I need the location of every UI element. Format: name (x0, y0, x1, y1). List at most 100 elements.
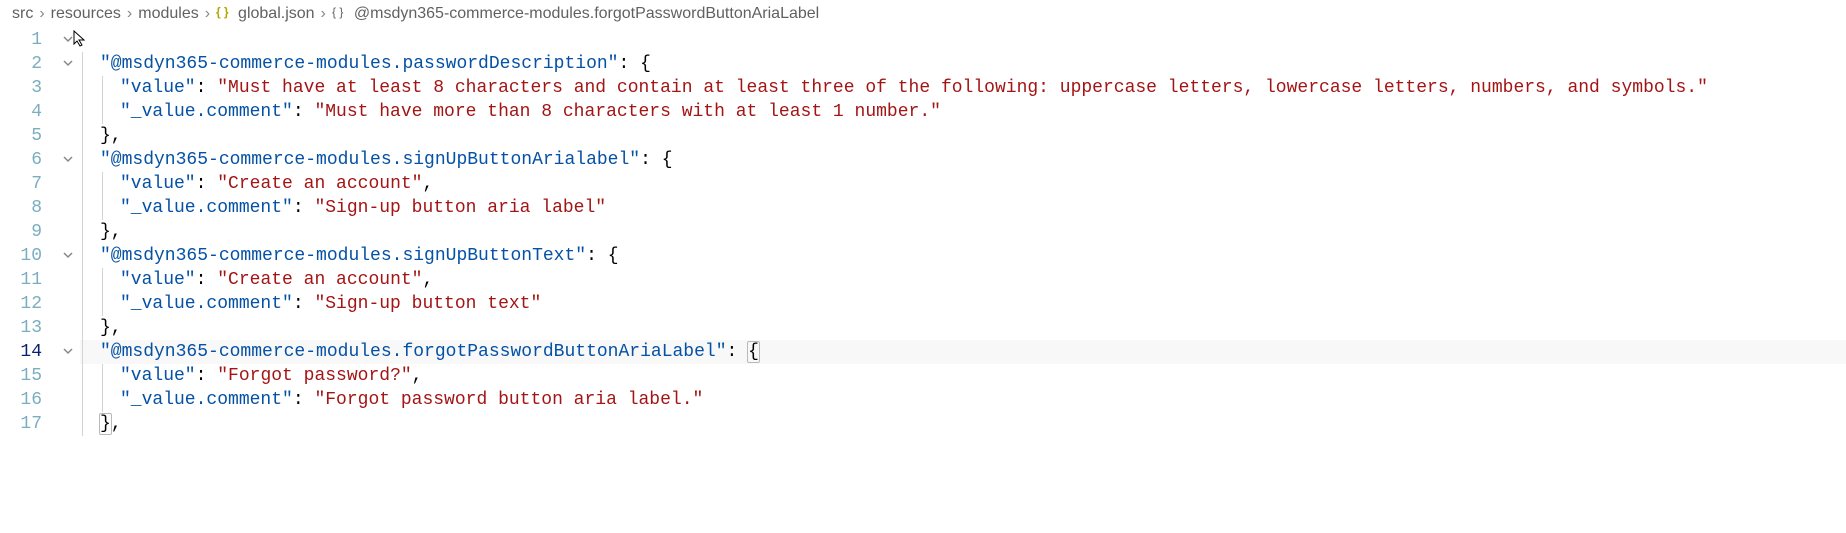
json-punct: : { (618, 54, 650, 74)
json-punct: }, (100, 318, 122, 338)
code-line[interactable]: }, (80, 220, 1846, 244)
line-number[interactable]: 11 (0, 268, 42, 292)
code-line[interactable] (80, 28, 1846, 52)
fold-chevron-icon[interactable] (62, 342, 74, 366)
json-punct: : (293, 198, 315, 218)
json-key: "@msdyn365-commerce-modules.signUpButton… (100, 246, 586, 266)
code-line[interactable]: "_value.comment": "Sign-up button text" (80, 292, 1846, 316)
line-number[interactable]: 1 (0, 28, 42, 52)
fold-column[interactable] (60, 28, 76, 436)
indent-guide (82, 388, 83, 412)
line-number[interactable]: 12 (0, 292, 42, 316)
json-punct: , (412, 366, 423, 386)
json-punct: : (196, 78, 218, 98)
json-key: "_value.comment" (120, 294, 293, 314)
json-key: "value" (120, 174, 196, 194)
indent-guide (102, 100, 103, 124)
line-number[interactable]: 2 (0, 52, 42, 76)
line-number[interactable]: 5 (0, 124, 42, 148)
json-key: "_value.comment" (120, 390, 293, 410)
json-key: "_value.comment" (120, 102, 293, 122)
mouse-cursor-icon (72, 30, 88, 51)
code-line[interactable]: "@msdyn365-commerce-modules.signUpButton… (80, 148, 1846, 172)
json-punct: }, (100, 126, 122, 146)
line-number[interactable]: 8 (0, 196, 42, 220)
indent-guide (82, 244, 83, 268)
json-key: "@msdyn365-commerce-modules.forgotPasswo… (100, 342, 727, 362)
json-string: "Must have more than 8 characters with a… (314, 102, 941, 122)
code-line[interactable]: }, (80, 412, 1846, 436)
line-number[interactable]: 16 (0, 388, 42, 412)
line-number[interactable]: 10 (0, 244, 42, 268)
svg-text:{ }: { } (216, 5, 229, 19)
json-key: "value" (120, 366, 196, 386)
code-line[interactable]: "value": "Create an account", (80, 172, 1846, 196)
code-line[interactable]: "@msdyn365-commerce-modules.passwordDesc… (80, 52, 1846, 76)
line-number[interactable]: 7 (0, 172, 42, 196)
code-line[interactable]: "_value.comment": "Sign-up button aria l… (80, 196, 1846, 220)
breadcrumb: src › resources › modules › { } global.j… (0, 0, 1846, 28)
code-line[interactable]: "value": "Must have at least 8 character… (80, 76, 1846, 100)
json-key: "value" (120, 78, 196, 98)
indent-guide (82, 100, 83, 124)
json-punct: , (111, 414, 122, 434)
indent-guide (82, 412, 83, 436)
indent-guide (82, 76, 83, 100)
line-number[interactable]: 13 (0, 316, 42, 340)
code-content[interactable]: "@msdyn365-commerce-modules.passwordDesc… (76, 28, 1846, 436)
json-string: "Sign-up button aria label" (314, 198, 606, 218)
code-line[interactable]: "@msdyn365-commerce-modules.forgotPasswo… (80, 340, 1846, 364)
code-line[interactable]: }, (80, 316, 1846, 340)
json-string: "Must have at least 8 characters and con… (217, 78, 1708, 98)
json-punct: : (196, 174, 218, 194)
json-string: "Create an account" (217, 270, 422, 290)
code-line[interactable]: "value": "Forgot password?", (80, 364, 1846, 388)
code-line[interactable]: }, (80, 124, 1846, 148)
code-editor[interactable]: 1234567891011121314151617 "@msdyn365-com… (0, 28, 1846, 436)
json-punct: : (293, 390, 315, 410)
indent-guide (82, 364, 83, 388)
chevron-right-icon: › (127, 5, 132, 23)
indent-guide (82, 316, 83, 340)
json-key: "_value.comment" (120, 198, 293, 218)
breadcrumb-modules[interactable]: modules (138, 5, 198, 23)
indent-guide (82, 292, 83, 316)
json-punct: }, (100, 222, 122, 242)
json-key: "@msdyn365-commerce-modules.signUpButton… (100, 150, 640, 170)
line-number[interactable]: 14 (0, 340, 42, 364)
code-line[interactable]: "value": "Create an account", (80, 268, 1846, 292)
json-punct: : { (586, 246, 618, 266)
indent-guide (82, 220, 83, 244)
fold-chevron-icon[interactable] (62, 150, 74, 174)
breadcrumb-file[interactable]: global.json (238, 5, 315, 23)
fold-chevron-icon[interactable] (62, 54, 74, 78)
indent-guide (82, 172, 83, 196)
code-line[interactable]: "@msdyn365-commerce-modules.signUpButton… (80, 244, 1846, 268)
indent-guide (82, 340, 83, 364)
line-number[interactable]: 3 (0, 76, 42, 100)
line-number-gutter[interactable]: 1234567891011121314151617 (0, 28, 60, 436)
json-string: "Forgot password button aria label." (314, 390, 703, 410)
json-punct: : (727, 342, 749, 362)
json-punct: , (422, 270, 433, 290)
json-key: "value" (120, 270, 196, 290)
code-line[interactable]: "_value.comment": "Must have more than 8… (80, 100, 1846, 124)
indent-guide (82, 196, 83, 220)
line-number[interactable]: 6 (0, 148, 42, 172)
chevron-right-icon: › (39, 5, 44, 23)
breadcrumb-src[interactable]: src (12, 5, 33, 23)
breadcrumb-symbol[interactable]: @msdyn365-commerce-modules.forgotPasswor… (354, 5, 819, 23)
code-line[interactable]: "_value.comment": "Forgot password butto… (80, 388, 1846, 412)
json-string: "Sign-up button text" (314, 294, 541, 314)
indent-guide (82, 124, 83, 148)
json-punct: : (196, 366, 218, 386)
indent-guide (102, 76, 103, 100)
breadcrumb-resources[interactable]: resources (51, 5, 121, 23)
fold-chevron-icon[interactable] (62, 246, 74, 270)
line-number[interactable]: 4 (0, 100, 42, 124)
line-number[interactable]: 9 (0, 220, 42, 244)
chevron-right-icon: › (205, 5, 210, 23)
json-punct: : (293, 102, 315, 122)
line-number[interactable]: 15 (0, 364, 42, 388)
line-number[interactable]: 17 (0, 412, 42, 436)
